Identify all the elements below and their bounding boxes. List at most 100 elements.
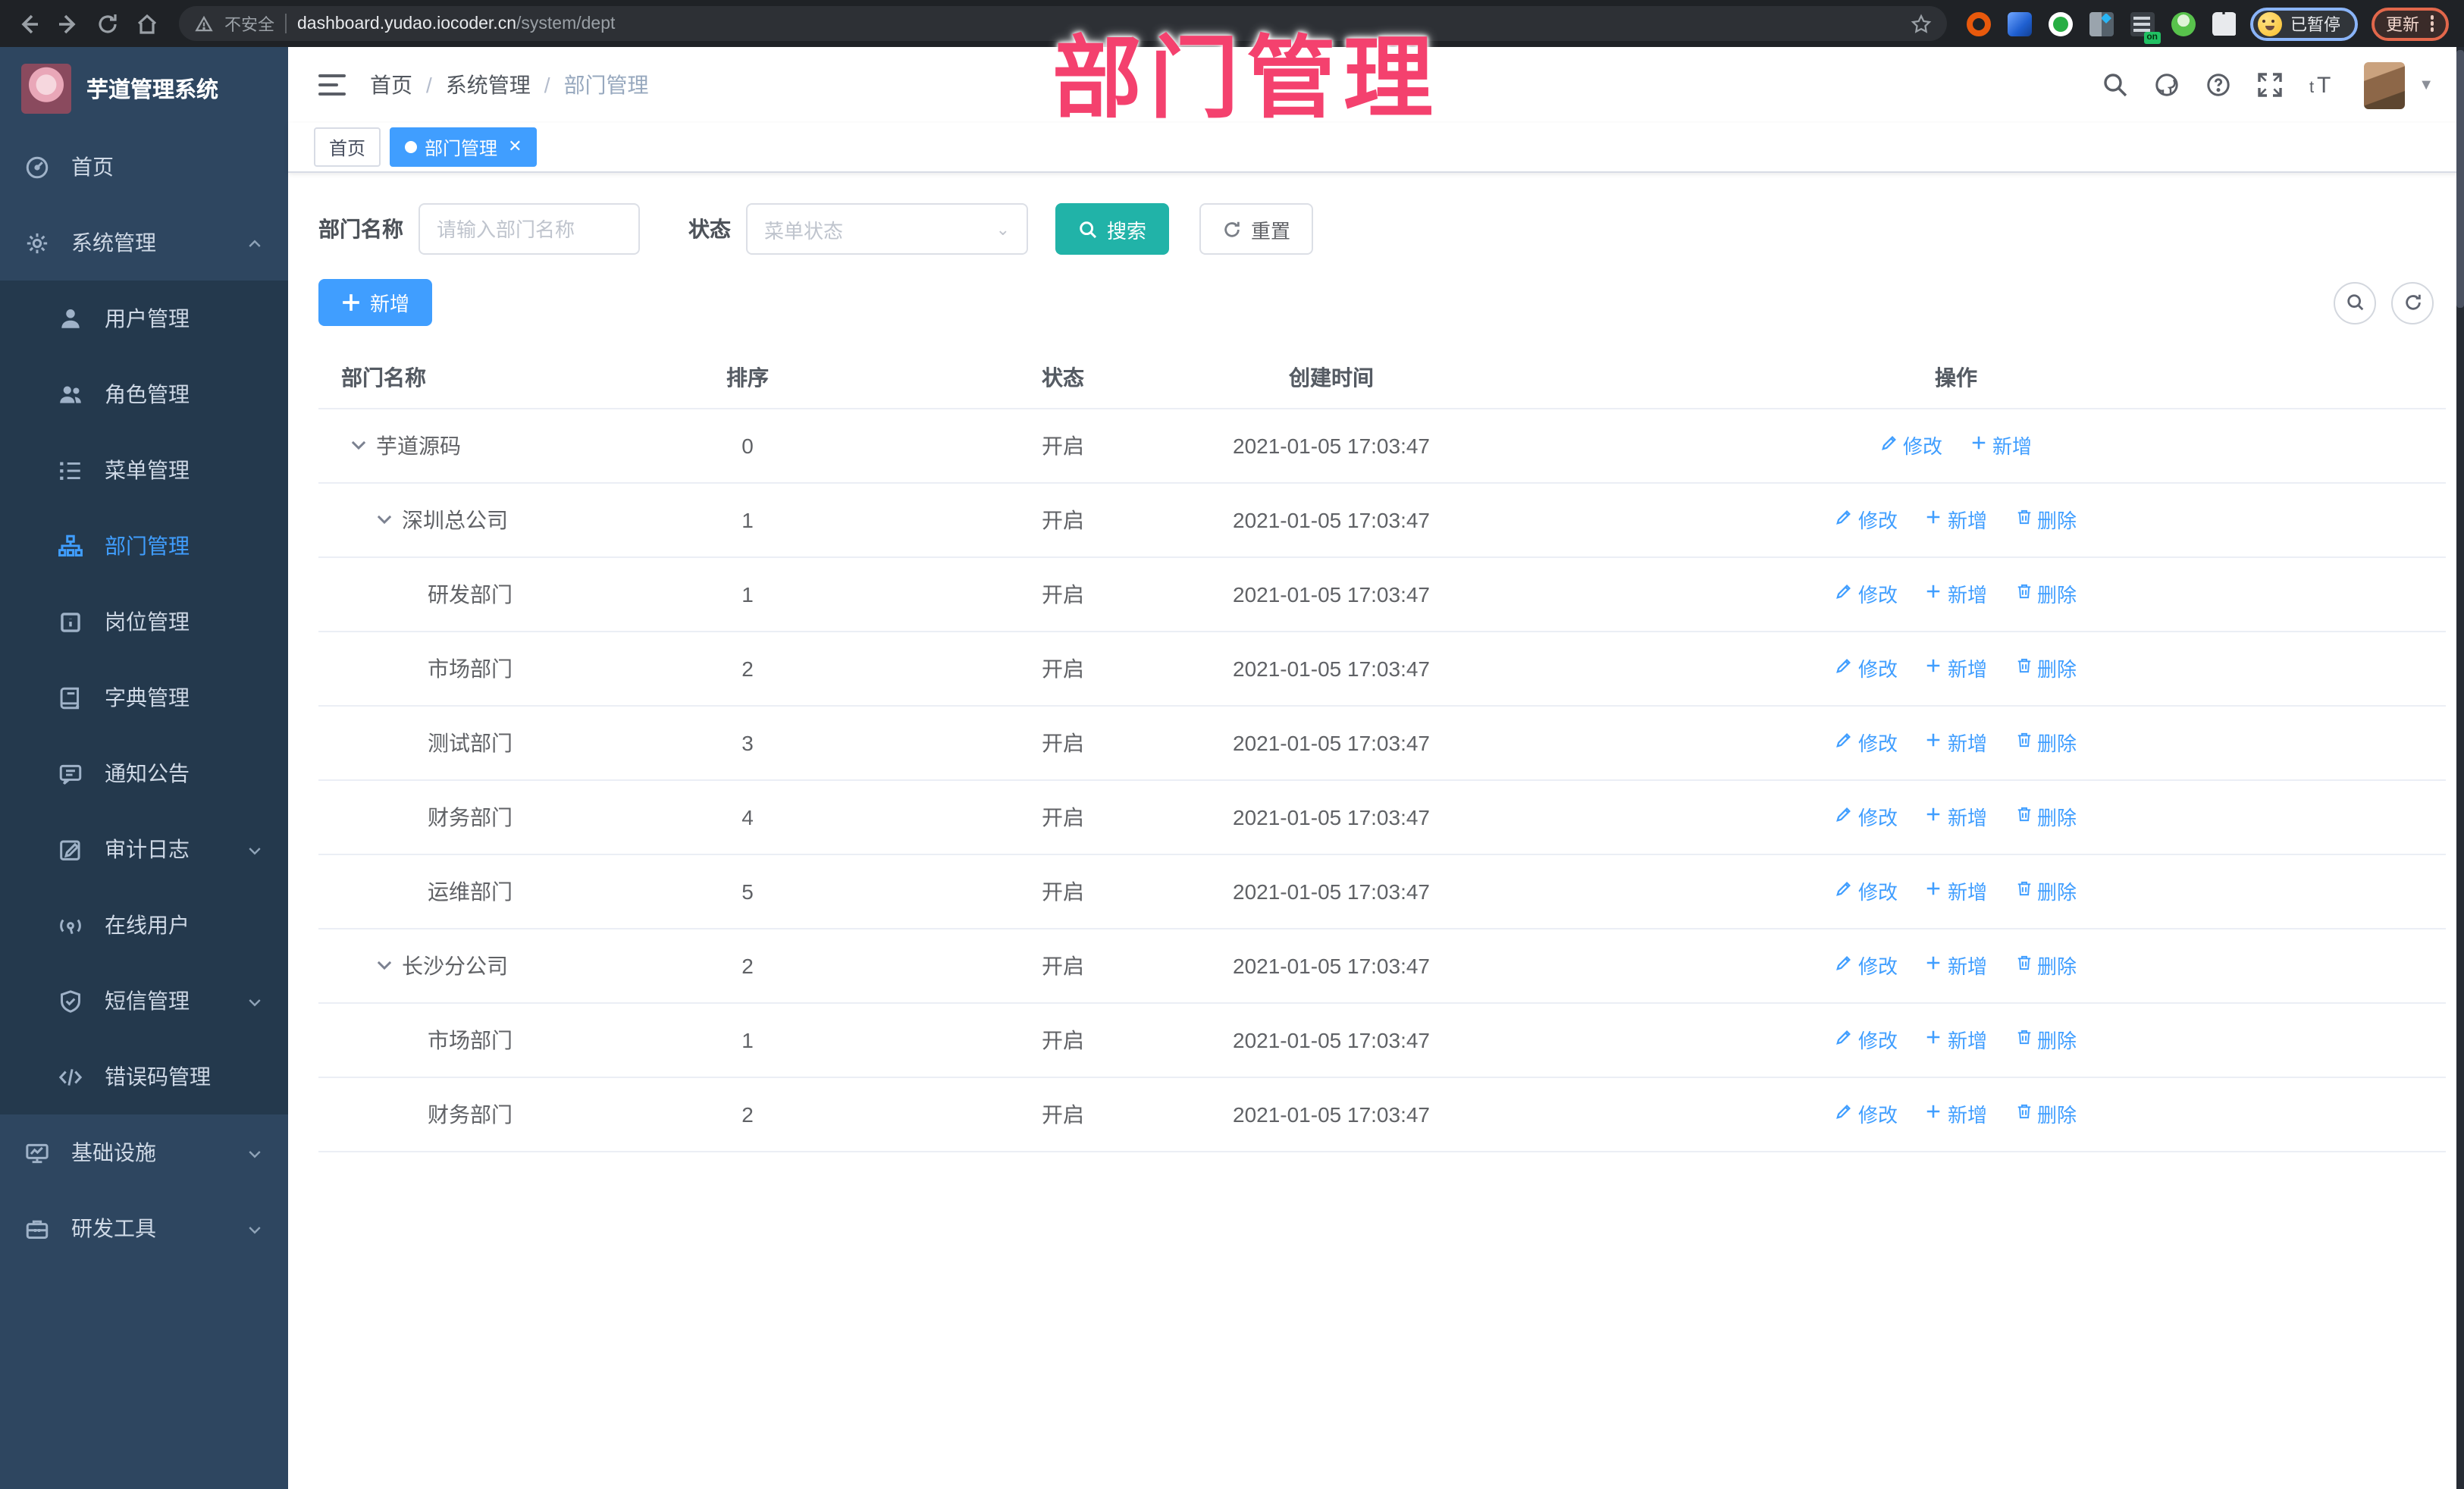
sidebar-item-3[interactable]: 角色管理	[0, 356, 288, 432]
sidebar-item-4[interactable]: 菜单管理	[0, 432, 288, 508]
expand-caret-icon[interactable]	[375, 955, 394, 975]
row-action-add[interactable]: 新增	[1925, 579, 1987, 608]
table-row: 市场部门 2 开启 2021-01-05 17:03:47 修改 新增 删除	[318, 631, 2446, 706]
sidebar-item-7[interactable]: 字典管理	[0, 660, 288, 735]
delete-icon	[2014, 954, 2033, 976]
refresh-icon[interactable]	[2391, 281, 2434, 324]
extension-person-icon[interactable]	[2171, 11, 2195, 36]
row-action-edit[interactable]: 修改	[1835, 876, 1898, 905]
breadcrumb-home[interactable]: 首页	[370, 70, 412, 100]
browser-profile-chip[interactable]: 已暂停	[2249, 7, 2357, 40]
row-action-edit[interactable]: 修改	[1835, 802, 1898, 831]
search-button[interactable]: 搜索	[1055, 203, 1170, 255]
row-action-add[interactable]: 新增	[1970, 431, 2032, 459]
hamburger-icon[interactable]	[318, 74, 346, 96]
row-action-add[interactable]: 新增	[1925, 1025, 1987, 1054]
row-action-add[interactable]: 新增	[1925, 654, 1987, 682]
search-icon[interactable]	[2100, 71, 2129, 99]
chevron-down-icon: ⌄	[995, 221, 1010, 239]
status-select[interactable]: 菜单状态 ⌄	[746, 203, 1028, 255]
dept-name: 测试部门	[428, 730, 513, 754]
extension-ubuntu-icon[interactable]	[1966, 11, 1990, 36]
expand-caret-icon[interactable]	[349, 435, 368, 455]
sidebar-item-1[interactable]: 系统管理	[0, 205, 288, 281]
reload-icon[interactable]	[94, 11, 120, 36]
expand-caret-icon[interactable]	[375, 509, 394, 529]
security-label[interactable]: 不安全	[224, 11, 274, 36]
row-action-delete[interactable]: 删除	[2014, 505, 2077, 534]
sidebar-item-label: 系统管理	[71, 230, 156, 255]
row-action-delete[interactable]: 删除	[2014, 728, 2077, 757]
sidebar-item-14[interactable]: 研发工具	[0, 1190, 288, 1266]
sidebar-logo-row[interactable]: 芋道管理系统	[0, 47, 288, 129]
sidebar-item-12[interactable]: 错误码管理	[0, 1039, 288, 1114]
chevron-down-icon	[246, 1219, 264, 1237]
extension-gem-icon[interactable]	[2007, 11, 2031, 36]
tab-dept-management[interactable]: 部门管理 ✕	[390, 127, 538, 167]
tab-close-icon[interactable]: ✕	[508, 138, 522, 155]
row-action-add[interactable]: 新增	[1925, 728, 1987, 757]
sidebar-item-6[interactable]: 岗位管理	[0, 584, 288, 660]
hide-search-icon[interactable]	[2334, 281, 2376, 324]
dept-created: 2021-01-05 17:03:47	[1196, 1077, 1466, 1152]
bookmark-star-icon[interactable]	[1910, 11, 1931, 36]
row-action-edit[interactable]: 修改	[1835, 579, 1898, 608]
sidebar-item-2[interactable]: 用户管理	[0, 281, 288, 356]
row-action-edit[interactable]: 修改	[1880, 431, 1942, 459]
row-action-edit[interactable]: 修改	[1835, 728, 1898, 757]
row-action-delete[interactable]: 删除	[2014, 1099, 2077, 1128]
row-action-delete[interactable]: 删除	[2014, 654, 2077, 682]
sidebar-item-9[interactable]: 审计日志	[0, 811, 288, 887]
sidebar-item-0[interactable]: 首页	[0, 129, 288, 205]
dept-name-input[interactable]	[419, 203, 640, 255]
row-action-edit[interactable]: 修改	[1835, 654, 1898, 682]
plus-icon	[1925, 879, 1943, 902]
security-warning-icon[interactable]	[194, 11, 214, 36]
row-action-delete[interactable]: 删除	[2014, 802, 2077, 831]
dept-sort: 0	[566, 408, 929, 483]
window-scrollbar[interactable]	[2456, 47, 2464, 1489]
sidebar-item-8[interactable]: 通知公告	[0, 735, 288, 811]
fullscreen-icon[interactable]	[2255, 71, 2284, 99]
row-action-edit[interactable]: 修改	[1835, 1025, 1898, 1054]
avatar-caret-down-icon[interactable]: ▼	[2419, 77, 2434, 93]
extension-green-icon[interactable]	[2048, 11, 2072, 36]
breadcrumb-system[interactable]: 系统管理	[446, 70, 531, 100]
help-icon[interactable]	[2203, 71, 2232, 99]
reset-button[interactable]: 重置	[1199, 203, 1314, 255]
browser-menu-icon[interactable]	[2430, 15, 2434, 32]
dept-name: 深圳总公司	[402, 507, 508, 531]
sidebar-item-13[interactable]: 基础设施	[0, 1114, 288, 1190]
row-action-add[interactable]: 新增	[1925, 876, 1987, 905]
back-icon[interactable]	[15, 11, 41, 36]
extension-grid-icon[interactable]	[2089, 11, 2113, 36]
user-avatar[interactable]	[2364, 61, 2406, 108]
github-icon[interactable]	[2152, 71, 2180, 99]
dept-actions: 修改 新增 删除	[1466, 631, 2446, 706]
row-action-add[interactable]: 新增	[1925, 802, 1987, 831]
delete-icon	[2014, 805, 2033, 828]
tab-home[interactable]: 首页	[314, 127, 381, 167]
row-action-delete[interactable]: 删除	[2014, 951, 2077, 980]
sidebar-item-11[interactable]: 短信管理	[0, 963, 288, 1039]
row-action-delete[interactable]: 删除	[2014, 876, 2077, 905]
browser-update-button[interactable]: 更新	[2371, 7, 2449, 40]
row-action-delete[interactable]: 删除	[2014, 579, 2077, 608]
sidebar-item-10[interactable]: 在线用户	[0, 887, 288, 963]
row-action-edit[interactable]: 修改	[1835, 505, 1898, 534]
scrollbar-thumb[interactable]	[2456, 50, 2464, 308]
forward-icon[interactable]	[55, 11, 80, 36]
sidebar-item-5[interactable]: 部门管理	[0, 508, 288, 584]
row-action-add[interactable]: 新增	[1925, 1099, 1987, 1128]
row-action-delete[interactable]: 删除	[2014, 1025, 2077, 1054]
add-button[interactable]: 新增	[318, 279, 433, 326]
font-size-icon[interactable]: tT	[2306, 71, 2335, 99]
extensions-puzzle-icon[interactable]	[2212, 11, 2236, 36]
row-action-edit[interactable]: 修改	[1835, 951, 1898, 980]
extension-list-icon[interactable]: on	[2130, 11, 2160, 43]
row-action-add[interactable]: 新增	[1925, 951, 1987, 980]
row-action-add[interactable]: 新增	[1925, 505, 1987, 534]
home-icon[interactable]	[133, 11, 159, 36]
row-action-edit[interactable]: 修改	[1835, 1099, 1898, 1128]
plus-icon	[1925, 657, 1943, 679]
